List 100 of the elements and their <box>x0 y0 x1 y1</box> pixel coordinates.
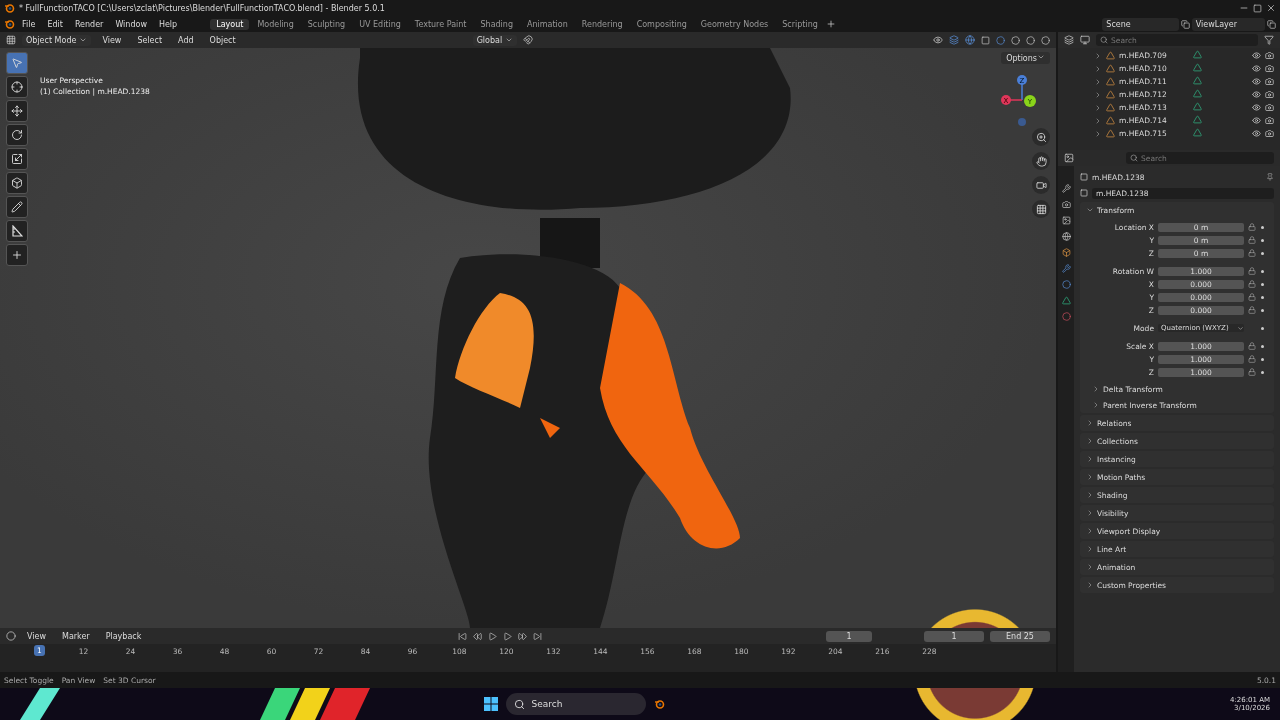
menu-item[interactable]: File <box>17 19 41 29</box>
eye-icon[interactable] <box>1252 116 1261 125</box>
expand-icon[interactable] <box>1086 509 1094 517</box>
lock-icon[interactable] <box>1248 267 1256 275</box>
workspace-tab[interactable]: Texture Paint <box>408 18 473 30</box>
camera-icon[interactable] <box>1265 116 1274 125</box>
options-button[interactable]: Options <box>1001 52 1050 64</box>
workspace-tab[interactable]: Geometry Nodes <box>694 18 775 30</box>
material-shading-icon[interactable] <box>1026 35 1035 45</box>
lock-icon[interactable] <box>1248 223 1256 231</box>
add-workspace-icon[interactable] <box>825 19 836 29</box>
end-frame-field[interactable]: End 25 <box>990 630 1050 642</box>
rewind-icon[interactable] <box>473 631 483 641</box>
xray-icon[interactable] <box>981 35 990 45</box>
world-tab-icon[interactable] <box>1061 232 1071 241</box>
workspace-tab[interactable]: Modeling <box>251 18 300 30</box>
expand-icon[interactable] <box>1086 545 1094 553</box>
editor-type-icon[interactable] <box>6 631 16 641</box>
lock-icon[interactable] <box>1248 368 1256 376</box>
expand-icon[interactable] <box>1086 491 1094 499</box>
menu-item[interactable]: Help <box>153 19 183 29</box>
visibility-icon[interactable] <box>933 35 943 45</box>
display-mode-icon[interactable] <box>1080 35 1090 45</box>
maximize-icon[interactable] <box>1253 3 1262 13</box>
modifier-tab-icon[interactable] <box>1061 264 1071 273</box>
filter-icon[interactable] <box>1264 35 1274 45</box>
start-frame-field[interactable]: 1 <box>924 630 984 642</box>
start-icon[interactable] <box>484 697 499 711</box>
expand-icon[interactable] <box>1086 437 1094 445</box>
solid-shading-icon[interactable] <box>1011 35 1020 45</box>
menu-item[interactable]: View <box>22 631 51 641</box>
eye-icon[interactable] <box>1252 129 1261 138</box>
wireframe-shading-icon[interactable] <box>996 35 1005 45</box>
expand-icon[interactable] <box>1086 419 1094 427</box>
mode-dropdown[interactable]: Object Mode <box>22 34 92 46</box>
camera-icon[interactable] <box>1265 77 1274 86</box>
jump-start-icon[interactable] <box>458 631 468 641</box>
lock-icon[interactable] <box>1248 236 1256 244</box>
taskbar-search[interactable]: Search <box>506 693 647 715</box>
workspace-tab[interactable]: UV Editing <box>353 18 407 30</box>
workspace-tab[interactable]: Shading <box>474 18 519 30</box>
eye-icon[interactable] <box>1252 51 1261 60</box>
editor-type-icon[interactable] <box>6 35 16 45</box>
keyframe-dot[interactable] <box>1261 269 1264 273</box>
menu-item[interactable]: Render <box>69 19 109 29</box>
tool-tab-icon[interactable] <box>1061 184 1071 193</box>
keyframe-dot[interactable] <box>1261 357 1264 361</box>
expand-icon[interactable] <box>1086 563 1094 571</box>
data-tab-icon[interactable] <box>1061 296 1071 305</box>
tool-button[interactable] <box>6 76 28 98</box>
camera-icon[interactable] <box>1265 90 1274 99</box>
menu-item[interactable]: Marker <box>57 631 95 641</box>
workspace-tab[interactable]: Rendering <box>575 18 629 30</box>
camera-icon[interactable] <box>1265 51 1274 60</box>
scene-selector[interactable]: Scene <box>1102 17 1179 31</box>
keyframe-dot[interactable] <box>1261 326 1264 330</box>
keyframe-dot[interactable] <box>1261 344 1264 348</box>
pan-button[interactable] <box>1032 152 1050 170</box>
zoom-button[interactable] <box>1032 128 1050 146</box>
tool-button[interactable] <box>6 100 28 122</box>
camera-icon[interactable] <box>1265 64 1274 73</box>
workspace-tab[interactable]: Layout <box>210 18 250 30</box>
close-icon[interactable] <box>1266 3 1276 13</box>
expand-icon[interactable] <box>1086 455 1094 463</box>
workspace-tab[interactable]: Animation <box>521 18 574 30</box>
expand-icon[interactable] <box>1086 527 1094 535</box>
menu-item[interactable]: View <box>97 35 127 45</box>
menu-item[interactable]: Window <box>110 19 152 29</box>
editor-type-icon[interactable] <box>1064 35 1074 45</box>
render-tab-icon[interactable] <box>1061 200 1071 209</box>
rendered-shading-icon[interactable] <box>1041 35 1050 45</box>
workspace-tab[interactable]: Compositing <box>630 18 693 30</box>
menu-item[interactable]: Edit <box>42 19 68 29</box>
workspace-tab[interactable]: Scripting <box>776 18 824 30</box>
eye-icon[interactable] <box>1252 103 1261 112</box>
keyframe-dot[interactable] <box>1261 308 1264 312</box>
menu-item[interactable]: Object <box>204 35 241 45</box>
eye-icon[interactable] <box>1252 77 1261 86</box>
camera-icon[interactable] <box>1265 129 1274 138</box>
keyframe-dot[interactable] <box>1261 370 1264 374</box>
tool-button[interactable] <box>6 148 28 170</box>
collapse-icon[interactable] <box>1086 206 1094 214</box>
pin-icon[interactable] <box>1266 173 1274 181</box>
lock-icon[interactable] <box>1248 306 1256 314</box>
play-icon[interactable] <box>503 631 513 641</box>
eye-icon[interactable] <box>1252 90 1261 99</box>
object-tab-icon[interactable] <box>1061 248 1071 257</box>
keyframe-dot[interactable] <box>1261 282 1264 286</box>
editor-type-icon[interactable] <box>1064 153 1074 163</box>
tool-button[interactable] <box>6 124 28 146</box>
orientation-dropdown[interactable]: Global <box>472 34 518 46</box>
expand-icon[interactable] <box>1086 473 1094 481</box>
eye-icon[interactable] <box>1252 64 1261 73</box>
tool-button[interactable] <box>6 172 28 194</box>
tool-button[interactable] <box>6 220 28 242</box>
menu-item[interactable]: Add <box>173 35 199 45</box>
lock-icon[interactable] <box>1248 342 1256 350</box>
fast-forward-icon[interactable] <box>518 631 528 641</box>
camera-view-button[interactable] <box>1032 176 1050 194</box>
view-layer-selector[interactable]: ViewLayer <box>1191 17 1265 31</box>
